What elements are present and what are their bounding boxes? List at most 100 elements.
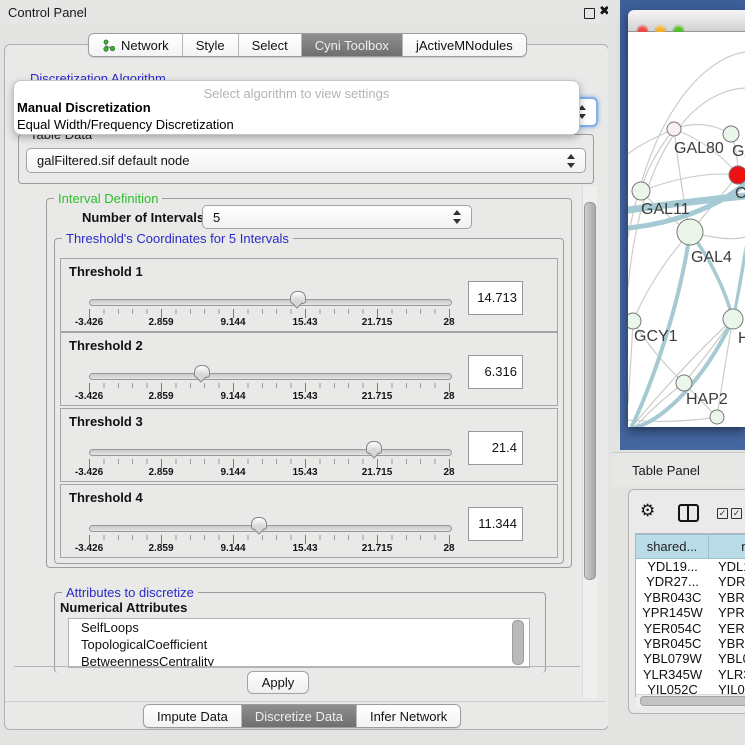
tick-label: 9.144 [203, 543, 263, 554]
tab-label: Style [196, 38, 225, 53]
column-header-name[interactable]: na [709, 534, 745, 559]
table-row[interactable]: YBR043CYBR0 [636, 590, 745, 605]
tab-cyni-toolbox[interactable]: Cyni Toolbox [301, 34, 402, 56]
slider-track[interactable] [89, 299, 452, 306]
table-data-combo[interactable]: galFiltered.sif default node [26, 148, 586, 173]
node-label: C [735, 185, 745, 202]
num-intervals-combo[interactable]: 5 [202, 205, 472, 229]
cell-shared-name: YPR145W [636, 605, 709, 620]
network-node[interactable] [676, 375, 692, 391]
menu-item-equal-width-frequency[interactable]: Equal Width/Frequency Discretization [17, 117, 234, 132]
checkbox-icon[interactable]: ✓ [731, 508, 742, 519]
tick-label: 9.144 [203, 391, 263, 402]
table-row[interactable]: YBR045CYBR0 [636, 636, 745, 651]
checkbox-icon[interactable]: ✓ [717, 508, 728, 519]
popup-hint: Select algorithm to view settings [14, 86, 579, 101]
tick-label: 2.859 [131, 391, 191, 402]
tick-label: 2.859 [131, 467, 191, 478]
float-window-icon[interactable] [584, 8, 595, 19]
table-row[interactable]: YLR345WYLR3 [636, 667, 745, 682]
cell-shared-name: YBR045C [636, 636, 709, 651]
menu-item-manual-discretization[interactable]: Manual Discretization [17, 100, 151, 115]
network-node[interactable] [710, 410, 724, 424]
network-node[interactable] [667, 122, 681, 136]
tick-label: 15.43 [275, 317, 335, 328]
group-title-interval-definition: Interval Definition [54, 192, 162, 205]
network-node[interactable] [723, 309, 743, 329]
list-item[interactable]: TopologicalCoefficient [69, 636, 529, 653]
network-window-titlebar[interactable] [628, 10, 745, 32]
network-node[interactable] [723, 126, 739, 142]
column-header-shared-name[interactable]: shared... [636, 534, 709, 559]
threshold-box: Threshold 1 -3.4262.8599.14415.4321.7152… [60, 258, 558, 332]
cell-name: YBR0 [709, 590, 745, 605]
threshold-label: Threshold 3 [69, 414, 143, 429]
threshold-value-field[interactable]: 6.316 [468, 355, 523, 389]
slider-track[interactable] [89, 373, 452, 380]
split-columns-icon[interactable] [678, 504, 699, 522]
tab-label: Network [121, 38, 169, 53]
tick-label: 21.715 [347, 467, 407, 478]
table-row[interactable]: YER054CYER0 [636, 621, 745, 636]
combo-arrows-icon [453, 209, 461, 225]
slider-track[interactable] [89, 449, 452, 456]
slider-tick-labels: -3.4262.8599.14415.4321.71528 [61, 317, 557, 330]
threshold-value-field[interactable]: 11.344 [468, 507, 523, 541]
list-scrollbar[interactable] [512, 620, 524, 665]
cell-shared-name: YBL079W [636, 651, 709, 666]
table-row[interactable]: YDR27...YDR2 [636, 574, 745, 589]
slider-handle-icon[interactable] [251, 517, 267, 530]
cell-name: YLR3 [709, 667, 745, 682]
network-node[interactable] [677, 219, 703, 245]
tab-discretize-data[interactable]: Discretize Data [241, 705, 356, 727]
node-label: HAP2 [686, 391, 728, 408]
network-node[interactable] [729, 166, 745, 184]
tab-infer-network[interactable]: Infer Network [356, 705, 460, 727]
tick-label: 21.715 [347, 543, 407, 554]
cell-name: YER0 [709, 621, 745, 636]
cell-shared-name: YDR27... [636, 574, 709, 589]
numerical-attributes-list: SelfLoopsTopologicalCoefficientBetweenne… [68, 618, 530, 668]
network-node[interactable] [628, 313, 641, 329]
network-node[interactable] [632, 182, 650, 200]
tick-label: -3.426 [59, 543, 119, 554]
group-title-attributes: Attributes to discretize [62, 586, 198, 599]
tab-select[interactable]: Select [238, 34, 301, 56]
tick-label: 28 [419, 391, 479, 402]
list-item[interactable]: SelfLoops [69, 619, 529, 636]
tick-label: 28 [419, 317, 479, 328]
network-canvas[interactable]: GAL80GACGAL11GAL4GCY1HHAP2 [628, 32, 745, 427]
table-row[interactable]: YPR145WYPR1 [636, 605, 745, 620]
combo-value: galFiltered.sif default node [37, 153, 189, 168]
threshold-value-field[interactable]: 21.4 [468, 431, 523, 465]
tick-label: -3.426 [59, 467, 119, 478]
tick-label: 15.43 [275, 543, 335, 554]
tab-network[interactable]: Network [89, 34, 182, 56]
tab-label: Infer Network [370, 709, 447, 724]
tick-label: 2.859 [131, 317, 191, 328]
table-row[interactable]: YBL079WYBL0 [636, 651, 745, 666]
tab-impute-data[interactable]: Impute Data [144, 705, 241, 727]
threshold-value-field[interactable]: 14.713 [468, 281, 523, 315]
table-rows: YDL19...YDL1YDR27...YDR2YBR043CYBR0YPR14… [636, 559, 745, 697]
slider-handle-icon[interactable] [290, 291, 306, 304]
apply-button[interactable]: Apply [247, 671, 309, 694]
cell-name: YDR2 [709, 574, 745, 589]
tab-style[interactable]: Style [182, 34, 238, 56]
table-hscrollbar-thumb[interactable] [640, 696, 745, 706]
table-row[interactable]: YDL19...YDL1 [636, 559, 745, 574]
node-label: GA [732, 143, 745, 160]
num-intervals-label: Number of Intervals [82, 210, 204, 225]
slider-handle-icon[interactable] [194, 365, 210, 378]
slider-track[interactable] [89, 525, 452, 532]
cell-name: YBL0 [709, 651, 745, 666]
threshold-label: Threshold 2 [69, 338, 143, 353]
node-table: shared... na YDL19...YDL1YDR27...YDR2YBR… [635, 533, 745, 697]
settings-gear-icon[interactable]: ⚙ [640, 501, 655, 521]
slider-handle-icon[interactable] [366, 441, 382, 454]
main-scrollbar-thumb[interactable] [584, 202, 596, 580]
threshold-box: Threshold 4 -3.4262.8599.14415.4321.7152… [60, 484, 558, 558]
cell-shared-name: YER054C [636, 621, 709, 636]
tab-jactivemnodules[interactable]: jActiveMNodules [402, 34, 526, 56]
node-label: GCY1 [634, 328, 678, 345]
